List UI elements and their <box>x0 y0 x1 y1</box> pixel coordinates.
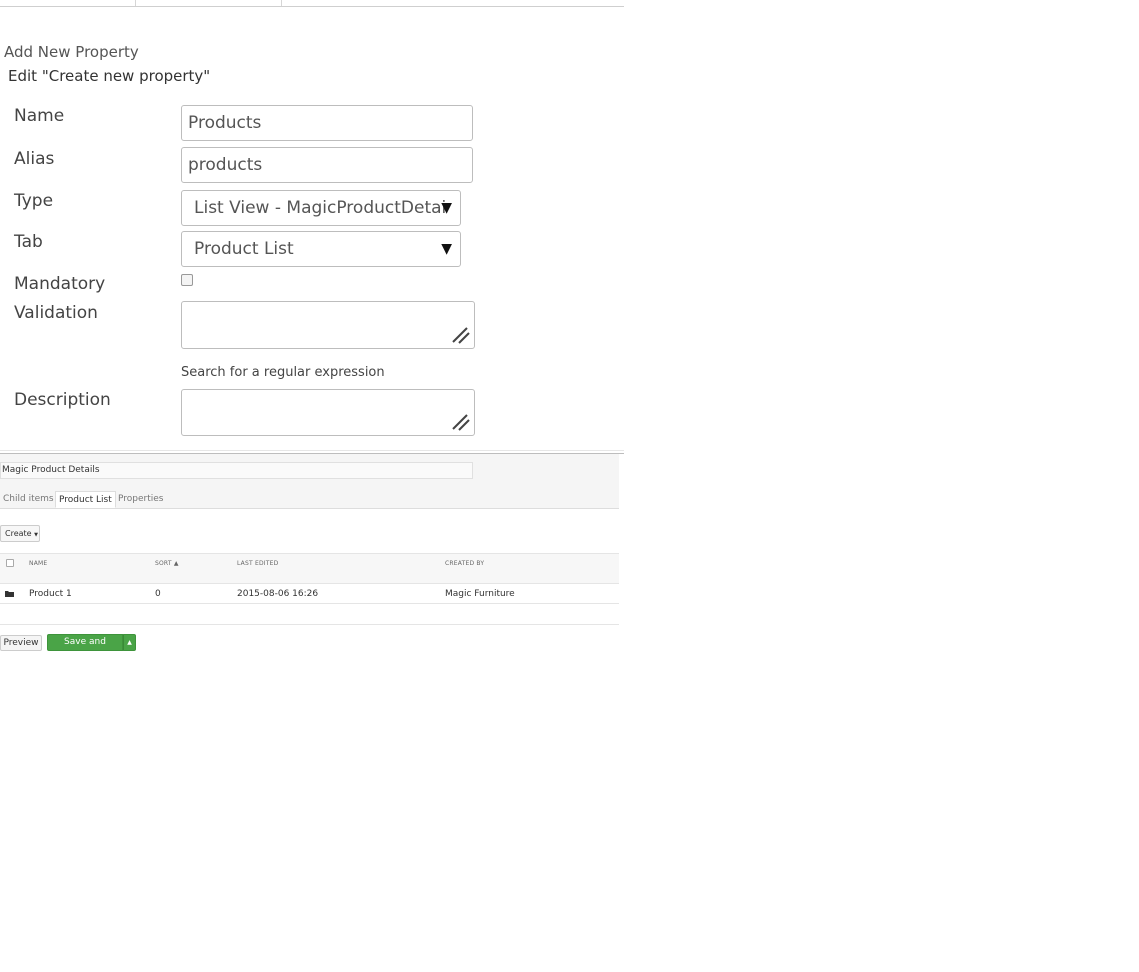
dialog-subtitle: Edit "Create new property" <box>8 67 211 85</box>
validation-textarea[interactable] <box>181 301 475 349</box>
column-header-sort[interactable]: SORT ▲ <box>155 560 179 567</box>
type-select-value: List View - MagicProductDetai <box>194 198 447 218</box>
resize-handle-icon[interactable] <box>451 326 471 344</box>
sort-ascending-icon: ▲ <box>173 560 179 567</box>
tab-child-items[interactable]: Child items <box>0 491 57 508</box>
footer-divider <box>0 624 619 625</box>
tab-product-list[interactable]: Product List <box>55 491 116 508</box>
table-header <box>0 553 619 584</box>
folder-icon <box>5 591 14 597</box>
top-tab-divider <box>135 0 136 6</box>
tab-select-value: Product List <box>194 239 294 259</box>
caret-down-icon: ▼ <box>34 532 38 538</box>
row-created-by: Magic Furniture <box>445 589 515 599</box>
preview-button[interactable]: Preview <box>0 635 42 651</box>
mandatory-checkbox[interactable] <box>181 274 193 286</box>
description-textarea[interactable] <box>181 389 475 436</box>
column-header-name[interactable]: NAME <box>29 560 47 567</box>
save-options-caret-icon[interactable]: ▲ <box>123 634 136 651</box>
document-name-input[interactable]: Magic Product Details <box>0 462 473 479</box>
row-divider <box>0 603 619 604</box>
tab-label: Tab <box>14 232 43 252</box>
tabs-underline <box>0 508 619 509</box>
mandatory-label: Mandatory <box>14 274 106 294</box>
row-sort-value: 0 <box>155 589 161 599</box>
row-last-edited: 2015-08-06 16:26 <box>237 589 319 599</box>
alias-label: Alias <box>14 149 55 169</box>
create-button-label: Create <box>5 529 32 538</box>
row-name-link[interactable]: Product 1 <box>29 589 72 599</box>
description-label: Description <box>14 390 111 410</box>
resize-handle-icon[interactable] <box>451 413 471 431</box>
top-tab-divider <box>281 0 282 6</box>
section-divider <box>0 450 624 451</box>
tab-properties[interactable]: Properties <box>115 491 166 508</box>
column-header-created-by[interactable]: CREATED BY <box>445 560 484 567</box>
type-label: Type <box>14 191 54 211</box>
validation-label: Validation <box>14 303 98 323</box>
create-button[interactable]: Create ▼ <box>0 525 40 542</box>
name-label: Name <box>14 106 65 126</box>
type-select[interactable]: List View - MagicProductDetai ▼ <box>181 190 461 226</box>
top-tab-strip-border <box>0 6 624 7</box>
validation-hint: Search for a regular expression <box>181 365 385 380</box>
caret-down-icon: ▼ <box>441 200 452 216</box>
alias-field[interactable] <box>181 147 473 183</box>
dialog-title: Add New Property <box>4 43 139 61</box>
name-field[interactable] <box>181 105 473 141</box>
tab-select[interactable]: Product List ▼ <box>181 231 461 267</box>
column-header-sort-label: SORT <box>155 560 172 567</box>
column-header-last-edited[interactable]: LAST EDITED <box>237 560 278 567</box>
caret-down-icon: ▼ <box>441 241 452 257</box>
save-and-publish-button[interactable]: Save and publish <box>47 634 123 662</box>
select-all-checkbox[interactable] <box>6 559 14 567</box>
